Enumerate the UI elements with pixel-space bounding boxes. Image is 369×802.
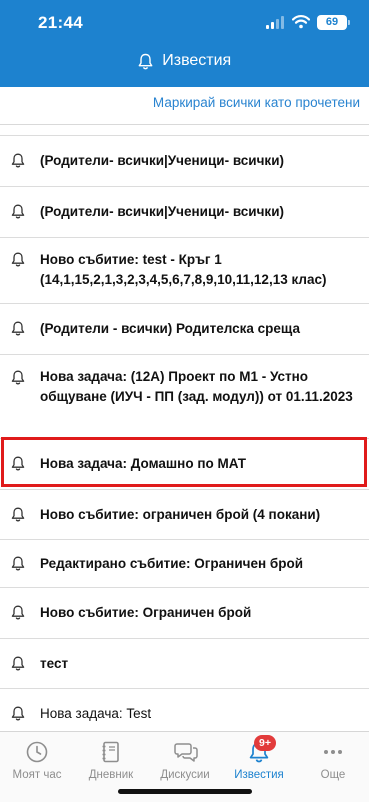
- tab-diary[interactable]: Дневник: [74, 732, 148, 788]
- bell-icon: [11, 656, 25, 671]
- status-time: 21:44: [38, 13, 83, 32]
- list-item[interactable]: (Родители- всички|Ученици- всички): [0, 136, 369, 187]
- notification-text: (Родители- всички|Ученици- всички): [40, 204, 284, 219]
- status-bar: 21:44 69: [0, 0, 369, 48]
- notification-text: (Родители- всички|Ученици- всички): [40, 153, 284, 168]
- tab-my-hour[interactable]: Моят час: [0, 732, 74, 788]
- bell-icon: [11, 153, 25, 168]
- list-item[interactable]: (Родители- всички|Ученици- всички): [0, 187, 369, 238]
- notification-text: Ново събитие: test - Кръг 1 (14,1,15,2,1…: [40, 252, 327, 287]
- tab-discussions[interactable]: Дискусии: [148, 732, 222, 788]
- battery-indicator: 69: [317, 15, 347, 30]
- tab-label: Още: [320, 769, 346, 781]
- list-item[interactable]: Ново събитие: ограничен брой (4 покани): [0, 490, 369, 540]
- bell-icon: [11, 252, 25, 267]
- more-dots-icon: [324, 750, 342, 754]
- tab-label: Дискусии: [160, 769, 210, 781]
- notification-text: тест: [40, 656, 69, 671]
- tab-more[interactable]: Още: [296, 732, 369, 788]
- chat-bubbles-icon: [174, 743, 198, 762]
- clock-icon: [26, 741, 48, 763]
- notification-text: Нова задача: (12А) Проект по М1 - Устно …: [40, 369, 353, 404]
- bell-icon: [11, 605, 25, 620]
- notification-list: (Родители- всички|Ученици- всички) (Роди…: [0, 124, 369, 739]
- list-item[interactable]: (Родители - всички) Родителска среща: [0, 304, 369, 355]
- tab-label: Известия: [234, 769, 284, 781]
- bell-icon: [11, 556, 25, 571]
- list-item[interactable]: Нова задача: (12А) Проект по М1 - Устно …: [0, 355, 369, 439]
- battery-tip: [348, 20, 350, 25]
- bell-icon: [11, 507, 25, 522]
- home-indicator: [118, 789, 252, 794]
- notification-text: Редактирано събитие: Ограничен брой: [40, 556, 304, 571]
- bell-icon: [11, 321, 25, 336]
- tab-label: Дневник: [88, 769, 134, 781]
- highlight-box: [1, 437, 367, 487]
- mark-all-read-button[interactable]: Маркирай всички като прочетени: [153, 95, 360, 110]
- notification-text: (Родители - всички) Родителска среща: [40, 321, 300, 336]
- notification-text: Ново събитие: Ограничен брой: [40, 605, 252, 620]
- cellular-signal-icon: [266, 16, 284, 29]
- list-item[interactable]: Ново събитие: test - Кръг 1 (14,1,15,2,1…: [0, 238, 369, 304]
- page-title-text: Известия: [162, 52, 232, 69]
- notification-text: Нова задача: Test: [40, 706, 152, 721]
- top-bar: 21:44 69 Известия: [0, 0, 369, 87]
- bell-icon: [11, 370, 25, 385]
- bell-icon: [11, 706, 25, 721]
- notebook-icon: [102, 741, 119, 763]
- notification-badge: 9+: [254, 735, 276, 751]
- list-item[interactable]: тест: [0, 639, 369, 689]
- bell-icon: [11, 204, 25, 219]
- notification-text: Ново събитие: ограничен брой (4 покани): [40, 507, 321, 522]
- list-item[interactable]: [0, 124, 369, 136]
- page-title: Известия: [0, 52, 369, 78]
- wifi-icon: [292, 15, 310, 29]
- bell-icon: [138, 53, 153, 69]
- list-item[interactable]: Редактирано събитие: Ограничен брой: [0, 540, 369, 588]
- tab-label: Моят час: [12, 769, 62, 781]
- list-item[interactable]: Ново събитие: Ограничен брой: [0, 588, 369, 639]
